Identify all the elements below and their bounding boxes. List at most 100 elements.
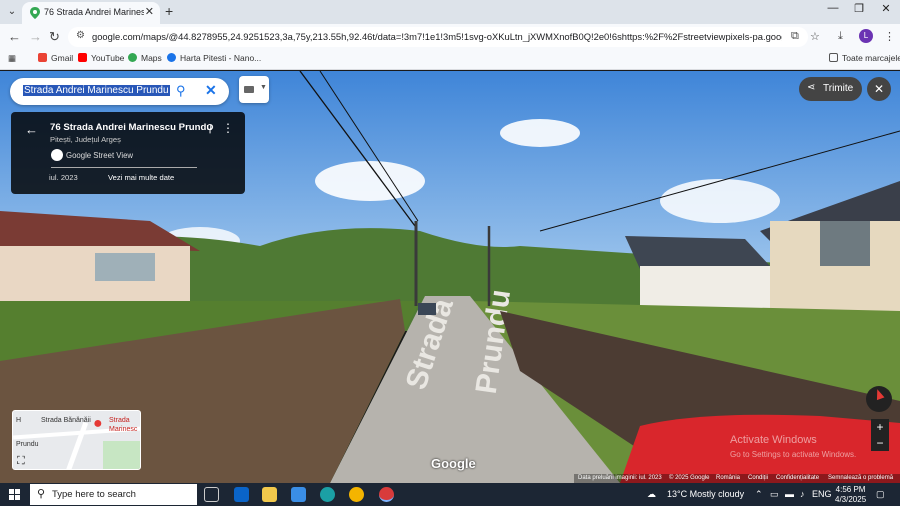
zoom-out-icon[interactable]: − xyxy=(871,435,889,451)
site-info-icon[interactable]: ⚙ xyxy=(76,30,85,41)
taskbar-search[interactable]: ⚲ Type here to search xyxy=(30,484,197,505)
privacy-link[interactable]: Confidențialitate xyxy=(776,475,819,481)
report-problem-link[interactable]: Semnalează o problemă xyxy=(828,475,893,481)
minimap-pin-label: Strada xyxy=(109,417,130,424)
share-button[interactable]: ⋖ Trimite xyxy=(799,77,862,101)
close-window-icon[interactable]: ✕ xyxy=(873,2,899,15)
menu-icon[interactable]: ⋮ xyxy=(884,30,895,43)
capture-date: iul. 2023 xyxy=(49,173,78,182)
windows-taskbar: ⚲ Type here to search ☁ 13°C Mostly clou… xyxy=(0,483,900,506)
caret-down-icon: ▼ xyxy=(260,84,267,91)
tab-close-icon[interactable]: ✕ xyxy=(145,5,154,18)
country-link[interactable]: România xyxy=(716,475,740,481)
chrome-icon[interactable] xyxy=(349,487,364,502)
minimap-road-label: Strada Bănănăii xyxy=(41,417,91,424)
maps-search-box[interactable]: Strada Andrei Marinescu Prundu ⚲ ✕ xyxy=(10,78,229,105)
minimap-pin-label: Marinesc xyxy=(109,426,138,433)
outlook-icon[interactable] xyxy=(234,487,249,502)
source-label: Google Street View xyxy=(51,149,133,161)
close-street-view-icon[interactable]: ✕ xyxy=(867,77,891,101)
location-pin-icon: ● xyxy=(93,415,103,432)
forward-icon[interactable]: → xyxy=(29,29,42,44)
weather-text[interactable]: 13°C Mostly cloudy xyxy=(667,489,744,499)
task-view-icon[interactable] xyxy=(204,487,219,502)
expand-map-icon[interactable]: ⛶ xyxy=(17,455,25,468)
parked-car xyxy=(418,303,436,315)
notifications-icon[interactable]: ▢ xyxy=(876,489,885,500)
compass-icon[interactable] xyxy=(866,386,892,412)
search-icon[interactable]: ⚲ xyxy=(176,83,186,99)
share-icon: ⋖ xyxy=(807,82,816,93)
battery-icon[interactable]: ▬ xyxy=(785,489,794,499)
youtube-icon xyxy=(78,53,87,62)
all-bookmarks[interactable]: Toate marcajele xyxy=(829,53,900,63)
windows-start-icon[interactable] xyxy=(9,489,20,500)
tab-active[interactable]: 76 Strada Andrei Marinescu Prundu ✕ xyxy=(22,2,160,24)
near-house-window xyxy=(820,221,870,266)
minimap-road xyxy=(62,421,89,469)
minimap[interactable]: H Strada Bănănăii ● Strada Marinesc Prun… xyxy=(12,410,141,470)
system-clock[interactable]: 4:56 PM 4/3/2025 xyxy=(835,485,866,505)
bookmark-maps[interactable]: Maps xyxy=(128,53,162,63)
address-bar[interactable]: ⚙ google.com/maps/@44.8278955,24.9251523… xyxy=(68,27,808,47)
maps-icon xyxy=(128,53,137,62)
tray-overflow-icon[interactable]: ⌃ xyxy=(755,489,763,500)
image-date: Data preluării imaginii: iul. 2023 xyxy=(578,475,662,481)
language-indicator[interactable]: ENG xyxy=(812,489,832,499)
new-tab-icon[interactable]: + xyxy=(165,3,173,19)
network-status-icon[interactable]: ▭ xyxy=(770,489,779,500)
location-pin-icon[interactable]: ⚲ xyxy=(206,122,214,135)
folder-icon xyxy=(829,53,838,62)
minimize-icon[interactable]: — xyxy=(820,2,846,14)
compass-needle xyxy=(873,387,885,401)
tab-search-icon[interactable]: ⌄ xyxy=(4,4,20,20)
install-app-icon[interactable]: ⧉ xyxy=(791,30,799,43)
copyright: © 2025 Google xyxy=(669,475,710,481)
chrome-active-icon[interactable] xyxy=(379,487,394,502)
tab-title: 76 Strada Andrei Marinescu Prundu xyxy=(44,7,144,17)
keyboard-shortcuts-button[interactable]: ▼ xyxy=(239,76,269,103)
terms-link[interactable]: Condiții xyxy=(748,475,768,481)
weather-icon[interactable]: ☁ xyxy=(647,489,656,500)
gmail-icon xyxy=(38,53,47,62)
zoom-in-icon[interactable]: + xyxy=(871,419,889,435)
location-title: 76 Strada Andrei Marinescu Prundu xyxy=(50,122,213,133)
back-icon[interactable]: ← xyxy=(8,29,21,44)
apps-icon[interactable]: ▦ xyxy=(8,53,16,64)
downloads-icon[interactable]: ⤓ xyxy=(838,30,843,43)
browser-toolbar: ← → ↻ ⚙ google.com/maps/@44.8278955,24.9… xyxy=(0,24,900,50)
back-arrow-icon[interactable]: ← xyxy=(25,122,38,137)
bookmark-star-icon[interactable]: ☆ xyxy=(810,30,820,43)
red-car xyxy=(620,414,900,483)
location-info-card: ← 76 Strada Andrei Marinescu Prundu Pite… xyxy=(11,112,245,194)
tab-bar: ⌄ 76 Strada Andrei Marinescu Prundu ✕ + … xyxy=(0,0,900,24)
minimap-park xyxy=(103,441,140,469)
store-icon[interactable] xyxy=(291,487,306,502)
more-options-icon[interactable]: ⋮ xyxy=(222,121,234,135)
minimap-label: H xyxy=(16,417,22,424)
bookmark-gmail[interactable]: Gmail xyxy=(38,53,73,63)
volume-icon[interactable]: ♪ xyxy=(800,489,805,499)
cloud xyxy=(315,161,425,201)
restore-icon[interactable]: ❐ xyxy=(846,2,872,15)
maps-favicon-icon xyxy=(30,7,40,19)
location-subtitle: Pitești, Județul Argeș xyxy=(50,135,121,144)
activate-windows-hint: Go to Settings to activate Windows. xyxy=(730,450,857,459)
minimap-label: Prundu xyxy=(16,441,39,448)
clear-search-icon[interactable]: ✕ xyxy=(205,82,217,99)
bookmark-youtube[interactable]: YouTube xyxy=(78,53,124,63)
edge-icon[interactable] xyxy=(320,487,335,502)
search-input[interactable]: Strada Andrei Marinescu Prundu xyxy=(23,85,170,96)
search-icon: ⚲ xyxy=(37,488,46,500)
file-explorer-icon[interactable] xyxy=(262,487,277,502)
divider xyxy=(51,167,197,168)
profile-avatar[interactable]: L xyxy=(859,29,873,43)
reload-icon[interactable]: ↻ xyxy=(49,29,60,45)
bookmark-harta[interactable]: Harta Pitesti - Nano... xyxy=(167,53,261,63)
see-more-dates-link[interactable]: Vezi mai multe date xyxy=(108,173,174,182)
cloud xyxy=(660,179,780,223)
activate-windows-watermark: Activate Windows xyxy=(730,434,817,446)
bookmarks-bar: ▦ Gmail YouTube Maps Harta Pitesti - Nan… xyxy=(0,50,900,70)
url-text[interactable]: google.com/maps/@44.8278955,24.9251523,3… xyxy=(92,31,782,42)
street-view-logo-icon xyxy=(51,149,63,161)
